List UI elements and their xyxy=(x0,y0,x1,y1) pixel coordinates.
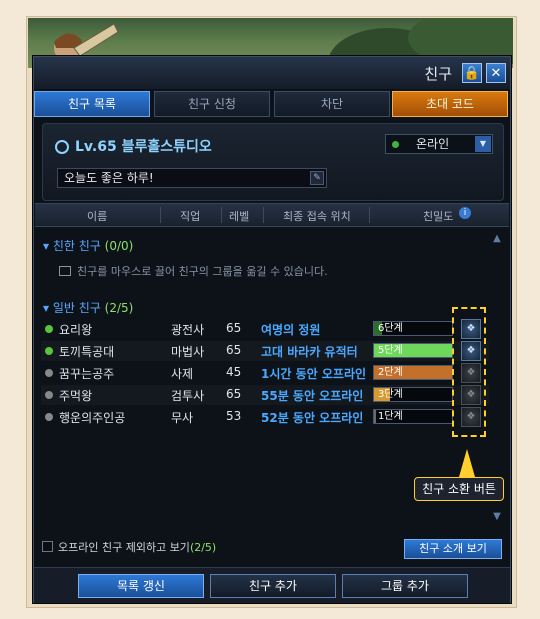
exclude-offline-label[interactable]: 오프라인 친구 제외하고 보기(2/5) xyxy=(58,539,216,555)
intimacy-bar: 1단계 xyxy=(373,409,453,424)
callout-pointer xyxy=(459,449,475,477)
friend-row[interactable]: 요리왕 광전사 65 여명의 정원 6단계 ❖ xyxy=(41,319,489,339)
intimacy-label: 6단계 xyxy=(378,323,403,334)
friend-job: 사제 xyxy=(171,367,194,381)
friend-job: 무사 xyxy=(171,411,194,425)
friend-location: 1시간 동안 오프라인 xyxy=(261,367,367,381)
tab-bar: 친구 목록 친구 신청 차단 초대 코드 xyxy=(34,91,510,117)
friend-location: 여명의 정원 xyxy=(261,323,321,337)
drag-hint-text: 친구를 마우스로 끌어 친구의 그룹을 옮길 수 있습니다. xyxy=(77,265,328,278)
intimacy-label: 1단계 xyxy=(378,411,403,422)
col-level[interactable]: 레벨 xyxy=(229,208,249,224)
friend-name: 행운의주인공 xyxy=(59,411,126,425)
friend-row[interactable]: 행운의주인공 무사 53 52분 동안 오프라인 1단계 ❖ xyxy=(41,407,489,427)
summon-highlight-box xyxy=(452,307,486,437)
level-name-text: Lv.65 블루홀스튜디오 xyxy=(75,139,212,155)
intimacy-bar: 6단계 xyxy=(373,321,453,336)
friend-job: 광전사 xyxy=(171,323,205,337)
col-name[interactable]: 이름 xyxy=(87,208,107,224)
tab-friend-request[interactable]: 친구 신청 xyxy=(154,91,270,117)
lock-icon[interactable]: 🔒 xyxy=(462,63,482,83)
friend-level: 65 xyxy=(226,321,242,335)
column-header: 이름 직업 레벨 최종 접속 위치 친밀도 i xyxy=(35,203,509,227)
status-message-field[interactable]: 오늘도 좋은 하루! ✎ xyxy=(57,168,327,188)
status-dropdown[interactable]: 온라인 ▼ xyxy=(385,134,493,154)
summon-button-callout: 친구 소환 버튼 xyxy=(414,477,504,501)
window-title: 친구 xyxy=(424,65,452,83)
group-close-friends[interactable]: ▾ 친한 친구 (0/0) xyxy=(43,237,133,254)
intimacy-label: 5단계 xyxy=(378,345,403,356)
status-message-text: 오늘도 좋은 하루! xyxy=(64,171,154,185)
exclude-offline-checkbox[interactable] xyxy=(42,541,53,552)
friend-level: 65 xyxy=(226,343,242,357)
friend-location: 고대 바라카 유적터 xyxy=(261,345,358,359)
friend-level: 45 xyxy=(226,365,242,379)
friend-row[interactable]: 주먹왕 검투사 65 55분 동안 오프라인 3단계 ❖ xyxy=(41,385,489,405)
add-friend-button[interactable]: 친구 추가 xyxy=(210,574,336,598)
chevron-down-icon[interactable]: ▼ xyxy=(475,136,491,152)
title-bar: 친구 🔒 ✕ xyxy=(34,57,510,89)
chevron-down-icon[interactable]: ▼ xyxy=(491,511,503,523)
exclude-offline-count: (2/5) xyxy=(189,541,217,554)
offline-indicator xyxy=(45,369,53,377)
group-general-label: 일반 친구 xyxy=(52,301,101,315)
friend-level: 65 xyxy=(226,387,242,401)
intimacy-bar: 5단계 xyxy=(373,343,453,358)
tab-invite-code[interactable]: 초대 코드 xyxy=(392,91,508,117)
group-close-label: 친한 친구 xyxy=(52,239,101,253)
profile-level-name: Lv.65 블루홀스튜디오 xyxy=(55,136,212,156)
close-icon[interactable]: ✕ xyxy=(486,63,506,83)
list-footer: 오프라인 친구 제외하고 보기(2/5) 친구 소개 보기 xyxy=(34,535,510,563)
info-icon[interactable]: i xyxy=(459,207,471,219)
profile-icon xyxy=(55,140,69,154)
group-close-count: (0/0) xyxy=(104,239,134,253)
online-indicator xyxy=(45,347,53,355)
friend-row[interactable]: 꿈꾸는공주 사제 45 1시간 동안 오프라인 2단계 ❖ xyxy=(41,363,489,383)
tab-friend-list[interactable]: 친구 목록 xyxy=(34,91,150,117)
friend-name: 주먹왕 xyxy=(59,389,93,403)
drag-icon xyxy=(59,266,71,276)
friend-job: 검투사 xyxy=(171,389,205,403)
friend-location: 55분 동안 오프라인 xyxy=(261,389,364,403)
friend-name: 토끼특공대 xyxy=(59,345,115,359)
intimacy-bar: 2단계 xyxy=(373,365,453,380)
add-group-button[interactable]: 그룹 추가 xyxy=(342,574,468,598)
online-indicator xyxy=(45,325,53,333)
friend-job: 마법사 xyxy=(171,345,205,359)
friend-level: 53 xyxy=(226,409,242,423)
edit-icon[interactable]: ✎ xyxy=(310,171,324,185)
friend-location: 52분 동안 오프라인 xyxy=(261,411,364,425)
friend-name: 요리왕 xyxy=(59,323,93,337)
friend-name: 꿈꾸는공주 xyxy=(59,367,115,381)
intimacy-fill xyxy=(374,410,376,423)
friend-row[interactable]: 토끼특공대 마법사 65 고대 바라카 유적터 5단계 ❖ xyxy=(41,341,489,361)
tab-block[interactable]: 차단 xyxy=(274,91,390,117)
online-status-icon xyxy=(392,141,399,148)
status-value: 온라인 xyxy=(416,137,450,151)
friends-window: 친구 🔒 ✕ 친구 목록 친구 신청 차단 초대 코드 Lv.65 블루홀스튜디… xyxy=(33,56,511,603)
col-intimacy[interactable]: 친밀도 xyxy=(423,208,453,224)
col-job[interactable]: 직업 xyxy=(180,208,200,224)
intimacy-label: 3단계 xyxy=(378,389,403,400)
offline-indicator xyxy=(45,391,53,399)
offline-indicator xyxy=(45,413,53,421)
friend-intro-button[interactable]: 친구 소개 보기 xyxy=(404,539,502,559)
group-general-friends[interactable]: ▾ 일반 친구 (2/5) xyxy=(43,299,133,316)
chevron-up-icon[interactable]: ▲ xyxy=(491,233,503,245)
intimacy-label: 2단계 xyxy=(378,367,403,378)
bottom-bar: 목록 갱신 친구 추가 그룹 추가 xyxy=(34,567,510,603)
intimacy-bar: 3단계 xyxy=(373,387,453,402)
col-location[interactable]: 최종 접속 위치 xyxy=(283,208,351,224)
refresh-list-button[interactable]: 목록 갱신 xyxy=(78,574,204,598)
drag-hint: 친구를 마우스로 끌어 친구의 그룹을 옮길 수 있습니다. xyxy=(59,263,328,279)
profile-panel: Lv.65 블루홀스튜디오 온라인 ▼ 오늘도 좋은 하루! ✎ xyxy=(42,123,504,201)
group-general-count: (2/5) xyxy=(104,301,134,315)
exclude-offline-text: 오프라인 친구 제외하고 보기 xyxy=(58,541,190,554)
